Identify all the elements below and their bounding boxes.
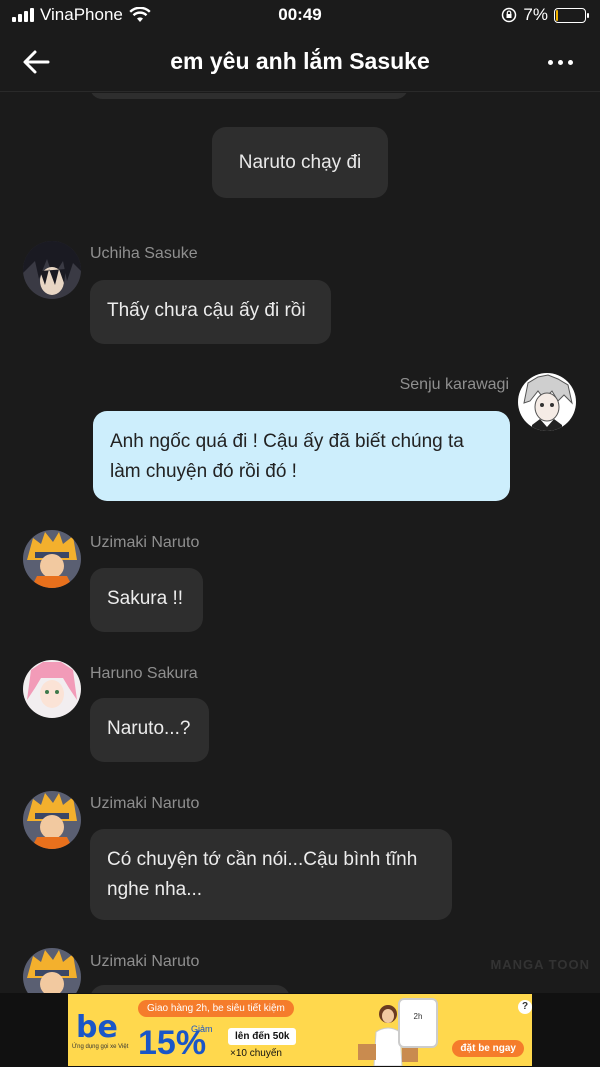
status-right: 7% bbox=[501, 5, 589, 25]
ad-content[interactable]: be Ứng dụng gọi xe Việt Giao hàng 2h, be… bbox=[68, 994, 532, 1066]
naruto-avatar[interactable] bbox=[23, 948, 81, 993]
ad-banner[interactable]: be Ứng dụng gọi xe Việt Giao hàng 2h, be… bbox=[0, 993, 600, 1067]
sasuke-avatar[interactable] bbox=[23, 241, 81, 299]
ad-cap: lên đến 50k bbox=[228, 1028, 297, 1045]
ad-headline: Giao hàng 2h, be siêu tiết kiệm bbox=[138, 1000, 294, 1017]
ad-cta-button[interactable]: đặt be ngay bbox=[452, 1040, 524, 1057]
message-line: làm chuyện đó rồi đó ! bbox=[110, 461, 297, 482]
ad-times: ×10 chuyến bbox=[230, 1048, 282, 1059]
battery-percent: 7% bbox=[523, 5, 548, 24]
sender-name: Senju karawagi bbox=[399, 376, 509, 393]
sender-name: Uzimaki Naruto bbox=[90, 534, 200, 551]
narration-bubble: Naruto chạy đi bbox=[212, 127, 388, 198]
naruto-avatar[interactable] bbox=[23, 791, 81, 849]
status-bar: VinaPhone 00:49 7% bbox=[0, 0, 600, 32]
watermark: MANGA TOON bbox=[490, 957, 590, 972]
message-bubble: Thấy chưa cậu ấy đi rồi bbox=[90, 280, 331, 344]
message-line: nghe nha... bbox=[107, 879, 203, 900]
message-bubble bbox=[90, 985, 290, 993]
chat-area[interactable]: Naruto chạy đi Uchiha Sasuke Thấy chưa c… bbox=[0, 93, 600, 993]
sender-name: Uzimaki Naruto bbox=[90, 953, 200, 970]
message-bubble: Naruto...? bbox=[90, 698, 209, 762]
lock-rotation-icon bbox=[502, 7, 517, 23]
naruto-avatar[interactable] bbox=[23, 530, 81, 588]
ad-brand-sub: Ứng dụng gọi xe Việt bbox=[72, 1044, 129, 1050]
battery-icon bbox=[554, 7, 589, 23]
ad-phone-image: 2h bbox=[398, 998, 438, 1048]
karawagi-avatar[interactable] bbox=[518, 373, 576, 431]
sakura-avatar[interactable] bbox=[23, 660, 81, 718]
more-dots-icon[interactable] bbox=[548, 52, 578, 72]
message-bubble: Có chuyện tớ cần nói...Cậu bình tĩnh ngh… bbox=[90, 829, 452, 920]
sender-name: Haruno Sakura bbox=[90, 665, 198, 682]
sender-name: Uchiha Sasuke bbox=[90, 245, 198, 262]
my-message-bubble: Anh ngốc quá đi ! Cậu ấy đã biết chúng t… bbox=[93, 411, 510, 501]
chat-title: em yêu anh lắm Sasuke bbox=[170, 48, 430, 74]
ad-discount-label: Giảm bbox=[191, 1024, 213, 1034]
previous-message-bubble bbox=[90, 93, 408, 99]
ad-brand-logo: be bbox=[76, 1010, 118, 1045]
message-line: Có chuyện tớ cần nói...Cậu bình tĩnh bbox=[107, 849, 418, 870]
message-line: Anh ngốc quá đi ! Cậu ấy đã biết chúng t… bbox=[110, 431, 464, 452]
sender-name: Uzimaki Naruto bbox=[90, 795, 200, 812]
chat-header: em yêu anh lắm Sasuke bbox=[0, 32, 600, 92]
message-bubble: Sakura !! bbox=[90, 568, 203, 632]
ad-help-icon[interactable]: ? bbox=[518, 1000, 532, 1014]
